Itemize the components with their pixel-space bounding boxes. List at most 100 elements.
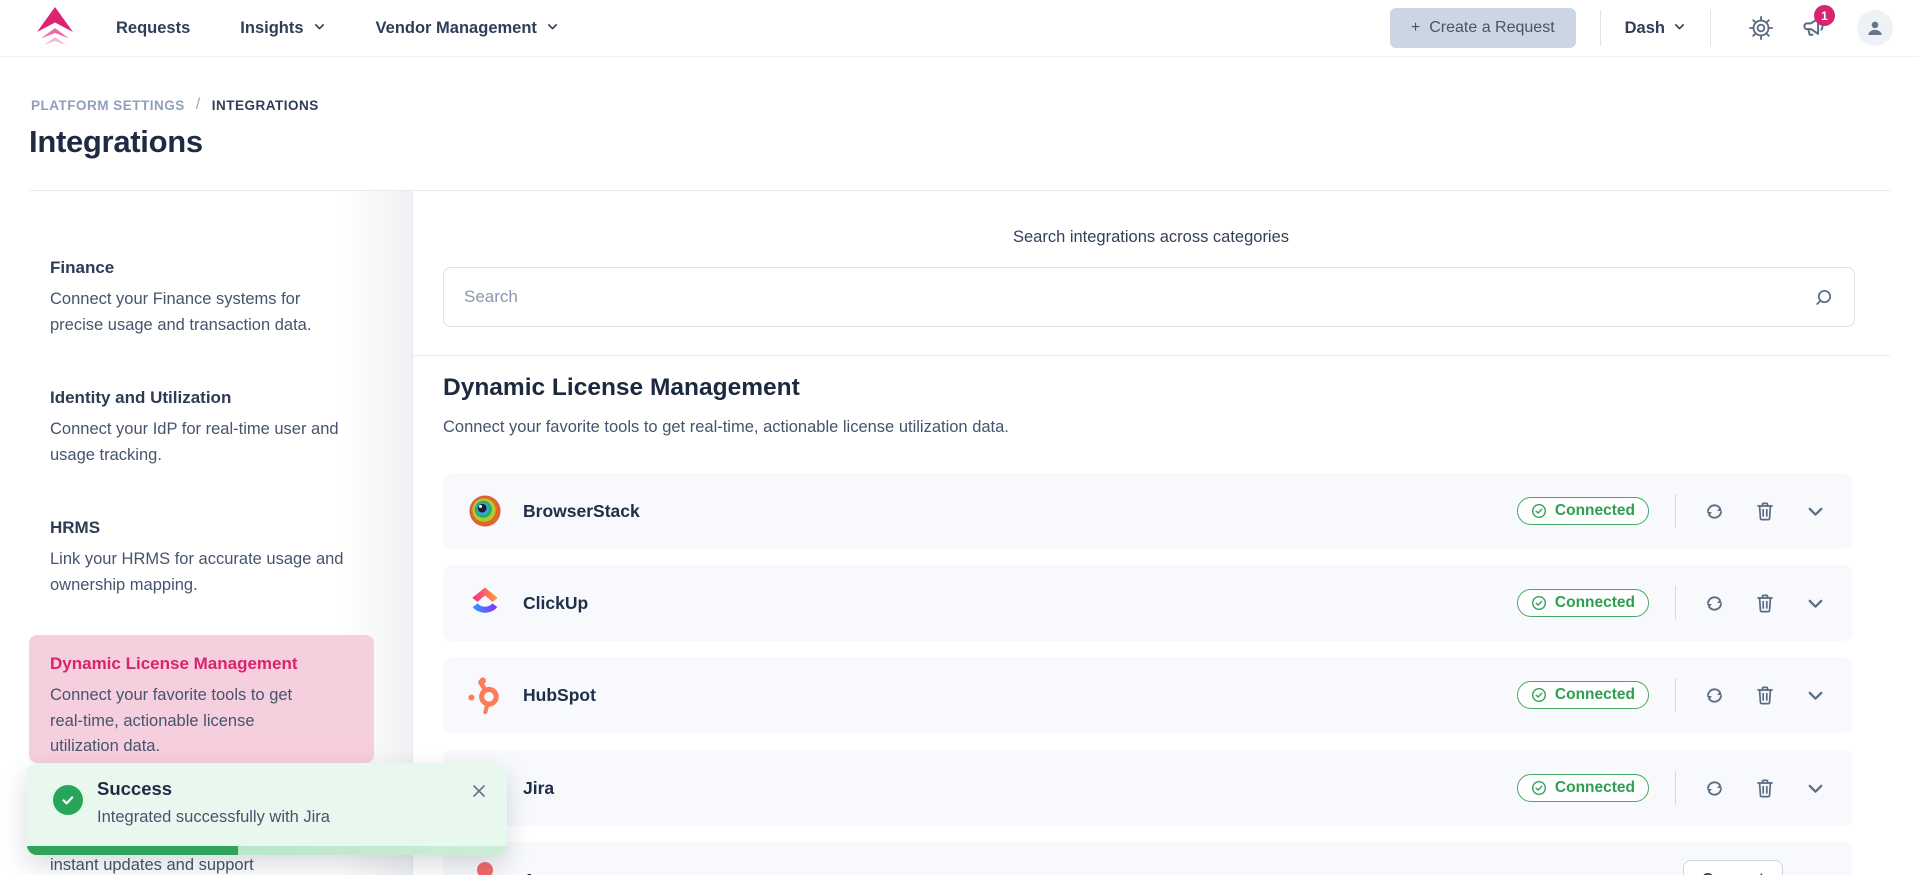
integration-row-clickup: ClickUp Connected (443, 565, 1852, 641)
breadcrumb: PLATFORM SETTINGS / INTEGRATIONS (31, 96, 319, 114)
sidebar-item-dynamic-license-management[interactable]: Dynamic License Management Connect your … (29, 635, 374, 763)
breadcrumb-platform-settings[interactable]: PLATFORM SETTINGS (31, 98, 185, 113)
header-divider (29, 190, 1890, 191)
plus-icon: + (1410, 19, 1421, 36)
chevron-down-icon (313, 19, 326, 38)
close-icon[interactable] (465, 777, 493, 805)
navbar-right: + Create a Request Dash 1 (1389, 5, 1893, 48)
breadcrumb-separator: / (195, 96, 201, 113)
actions-divider (1675, 771, 1676, 805)
integration-name: BrowserStack (523, 500, 640, 521)
page-title: Integrations (29, 124, 203, 159)
sidebar-item-description: Connect your favorite tools to get real-… (50, 686, 293, 755)
announcements-megaphone-icon[interactable]: 1 (1800, 5, 1835, 42)
delete-trash-icon[interactable] (1753, 591, 1777, 615)
nav-insights-label: Insights (240, 18, 304, 37)
nav-vendor-management-label: Vendor Management (375, 18, 537, 37)
search-input[interactable] (444, 268, 1854, 326)
status-label: Connected (1554, 779, 1635, 796)
expand-chevron-icon[interactable] (1803, 591, 1828, 616)
notification-badge: 1 (1814, 5, 1835, 26)
status-badge: Connected (1516, 497, 1649, 525)
integration-row-jira: Jira Connected (443, 750, 1852, 826)
integration-name: Asana (523, 870, 576, 875)
primary-nav: Requests Insights Vendor Management (116, 19, 559, 38)
sidebar-item-title: Dynamic License Management (50, 654, 298, 673)
status-label: Connected (1554, 502, 1635, 519)
integration-name: Jira (523, 777, 555, 798)
nav-requests-label: Requests (116, 18, 191, 37)
nav-vendor-management[interactable]: Vendor Management (376, 19, 559, 38)
integrations-page: Requests Insights Vendor Management + Cr… (0, 0, 1919, 875)
integration-row-browserstack: BrowserStack Connected (443, 473, 1852, 549)
integration-row-hubspot: HubSpot Connected (443, 657, 1852, 733)
workspace-dropdown[interactable]: Dash (1625, 19, 1686, 38)
delete-trash-icon[interactable] (1753, 499, 1777, 523)
section-subtitle: Connect your favorite tools to get real-… (443, 418, 1009, 436)
row-actions: Connected (1516, 771, 1828, 805)
row-actions: Connected (1516, 678, 1828, 712)
toast-title: Success (97, 778, 173, 799)
hubspot-logo-icon (466, 676, 504, 715)
success-toast: Success Integrated successfully with Jir… (27, 763, 507, 855)
row-actions: Connected (1516, 494, 1828, 528)
integration-name: HubSpot (523, 684, 596, 705)
divider (1710, 10, 1711, 46)
nav-insights[interactable]: Insights (240, 19, 325, 38)
actions-divider (1675, 678, 1676, 712)
workspace-label: Dash (1624, 18, 1665, 37)
app-logo-icon[interactable] (32, 5, 78, 51)
sidebar-item-description: Connect your IdP for real-time user and … (50, 420, 339, 464)
delete-trash-icon[interactable] (1753, 776, 1777, 800)
expand-chevron-icon[interactable] (1803, 499, 1828, 524)
sidebar-item-hrms[interactable]: HRMS Link your HRMS for accurate usage a… (50, 518, 350, 598)
integration-name: ClickUp (523, 592, 589, 613)
search-box (443, 267, 1855, 327)
status-label: Connected (1554, 686, 1635, 703)
refresh-icon[interactable] (1702, 683, 1727, 708)
integration-row-asana: Asana Connect (443, 842, 1852, 875)
chevron-down-icon (546, 19, 559, 38)
sidebar-item-description: Connect your Finance systems for precise… (50, 290, 312, 334)
sidebar-item-description: Link your HRMS for accurate usage and ow… (50, 550, 344, 594)
section-title: Dynamic License Management (443, 374, 800, 401)
user-avatar[interactable] (1857, 10, 1893, 46)
actions-divider (1675, 586, 1676, 620)
connect-button[interactable]: Connect (1683, 860, 1783, 875)
refresh-icon[interactable] (1702, 776, 1727, 801)
sidebar-item-identity-utilization[interactable]: Identity and Utilization Connect your Id… (50, 388, 350, 468)
section-divider (413, 355, 1890, 356)
create-request-button[interactable]: + Create a Request (1389, 8, 1576, 48)
chevron-down-icon (1673, 19, 1686, 38)
refresh-icon[interactable] (1702, 499, 1727, 524)
expand-chevron-icon[interactable] (1803, 683, 1828, 708)
clickup-logo-icon (466, 584, 504, 622)
sidebar-item-finance[interactable]: Finance Connect your Finance systems for… (50, 258, 350, 338)
settings-gear-icon[interactable] (1748, 15, 1774, 41)
refresh-icon[interactable] (1702, 591, 1727, 616)
sidebar-item-title: HRMS (50, 518, 101, 537)
actions-divider (1675, 494, 1676, 528)
expand-chevron-icon[interactable] (1803, 776, 1828, 801)
toast-message: Integrated successfully with Jira (97, 808, 330, 826)
search-section-heading: Search integrations across categories (1012, 228, 1290, 246)
row-actions: Connected (1516, 586, 1828, 620)
status-badge: Connected (1516, 589, 1649, 617)
search-icon[interactable] (1812, 286, 1836, 310)
nav-requests[interactable]: Requests (116, 19, 190, 38)
asana-logo-icon (466, 861, 504, 875)
breadcrumb-integrations: INTEGRATIONS (211, 97, 319, 113)
sidebar-item-partial-text[interactable]: instant updates and support (50, 856, 254, 875)
create-request-label: Create a Request (1429, 19, 1555, 36)
delete-trash-icon[interactable] (1753, 683, 1777, 707)
sidebar-item-title: Finance (50, 258, 115, 277)
toast-progress-fill (27, 846, 239, 855)
success-check-icon (53, 785, 83, 815)
navbar-left: Requests Insights Vendor Management (32, 5, 559, 51)
toast-progress-track (27, 846, 507, 855)
status-label: Connected (1554, 594, 1635, 611)
top-navbar: Requests Insights Vendor Management + Cr… (0, 0, 1919, 57)
status-badge: Connected (1516, 681, 1649, 709)
browserstack-logo-icon (466, 492, 504, 530)
divider (1599, 10, 1601, 46)
